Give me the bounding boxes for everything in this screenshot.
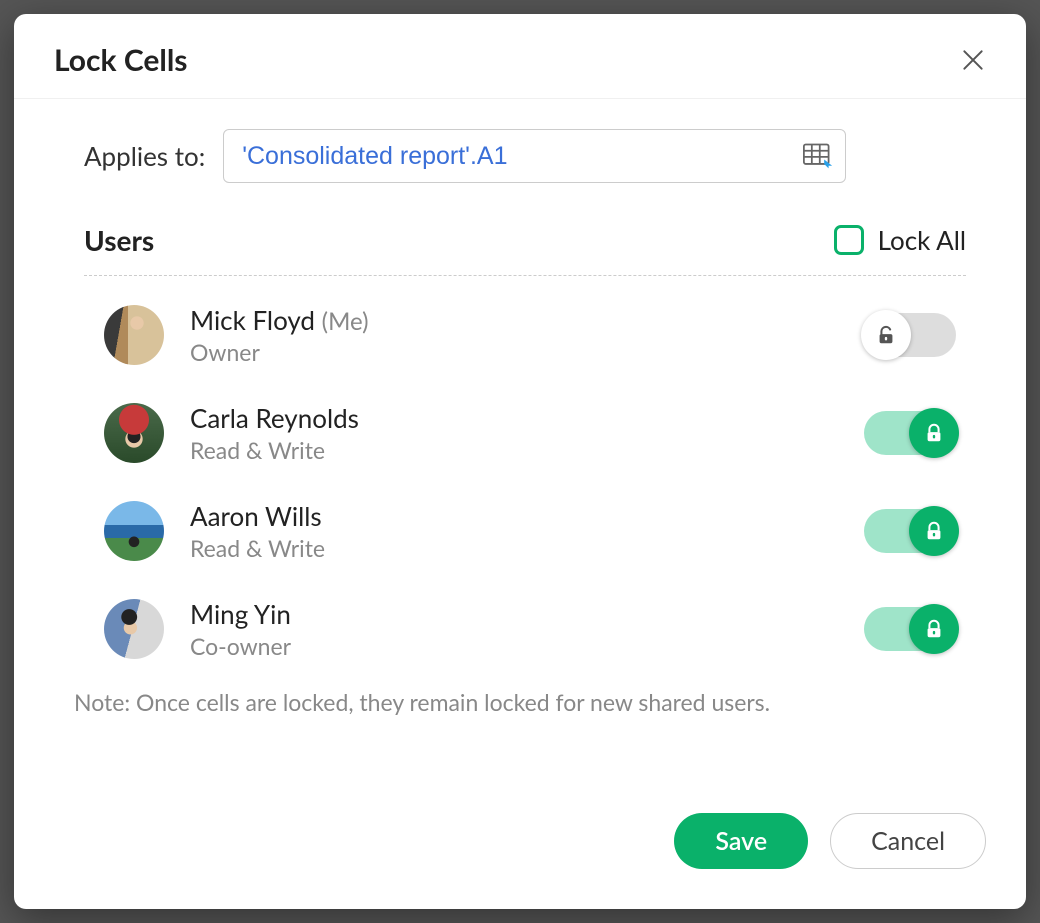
user-name: Aaron Wills [190, 500, 322, 532]
user-name: Carla Reynolds [190, 402, 359, 434]
users-title: Users [84, 223, 154, 257]
user-role: Read & Write [190, 534, 864, 562]
user-info: Aaron Wills Read & Write [190, 500, 864, 562]
avatar [104, 403, 164, 463]
user-name: Mick Floyd [190, 304, 315, 336]
cancel-button[interactable]: Cancel [830, 813, 986, 869]
lock-all-checkbox[interactable]: Lock All [834, 224, 966, 256]
applies-to-row: Applies to: [84, 129, 966, 183]
avatar [104, 305, 164, 365]
user-name: Ming Yin [190, 598, 291, 630]
avatar [104, 501, 164, 561]
dialog-header: Lock Cells [14, 14, 1026, 99]
lock-cells-dialog: Lock Cells Applies to: U [14, 14, 1026, 909]
users-header: Users Lock All [84, 223, 966, 276]
lock-toggle[interactable] [864, 607, 956, 651]
user-role: Owner [190, 338, 864, 366]
unlock-icon [875, 324, 897, 346]
range-value-field[interactable] [240, 141, 803, 172]
lock-toggle[interactable] [864, 313, 956, 357]
lock-icon [923, 520, 945, 542]
user-list: Mick Floyd (Me) Owner [84, 276, 966, 678]
dialog-title: Lock Cells [54, 42, 187, 78]
lock-toggle[interactable] [864, 411, 956, 455]
user-info: Ming Yin Co-owner [190, 598, 864, 660]
lock-icon [923, 422, 945, 444]
user-info: Carla Reynolds Read & Write [190, 402, 864, 464]
user-role: Read & Write [190, 436, 864, 464]
close-button[interactable] [960, 47, 986, 73]
me-tag: (Me) [322, 307, 369, 336]
user-row: Ming Yin Co-owner [84, 580, 966, 678]
user-row: Aaron Wills Read & Write [84, 482, 966, 580]
avatar [104, 599, 164, 659]
user-row: Carla Reynolds Read & Write [84, 384, 966, 482]
note-text: Note: Once cells are locked, they remain… [74, 688, 966, 716]
range-input[interactable] [223, 129, 846, 183]
lock-icon [923, 618, 945, 640]
user-info: Mick Floyd (Me) Owner [190, 304, 864, 366]
range-picker-icon[interactable] [803, 143, 833, 169]
lock-toggle[interactable] [864, 509, 956, 553]
lock-all-label: Lock All [878, 224, 966, 256]
applies-to-label: Applies to: [84, 140, 205, 172]
save-button[interactable]: Save [674, 813, 808, 869]
checkbox-icon [834, 225, 864, 255]
user-role: Co-owner [190, 632, 864, 660]
user-row: Mick Floyd (Me) Owner [84, 286, 966, 384]
close-icon [960, 47, 986, 73]
dialog-footer: Save Cancel [14, 773, 1026, 909]
